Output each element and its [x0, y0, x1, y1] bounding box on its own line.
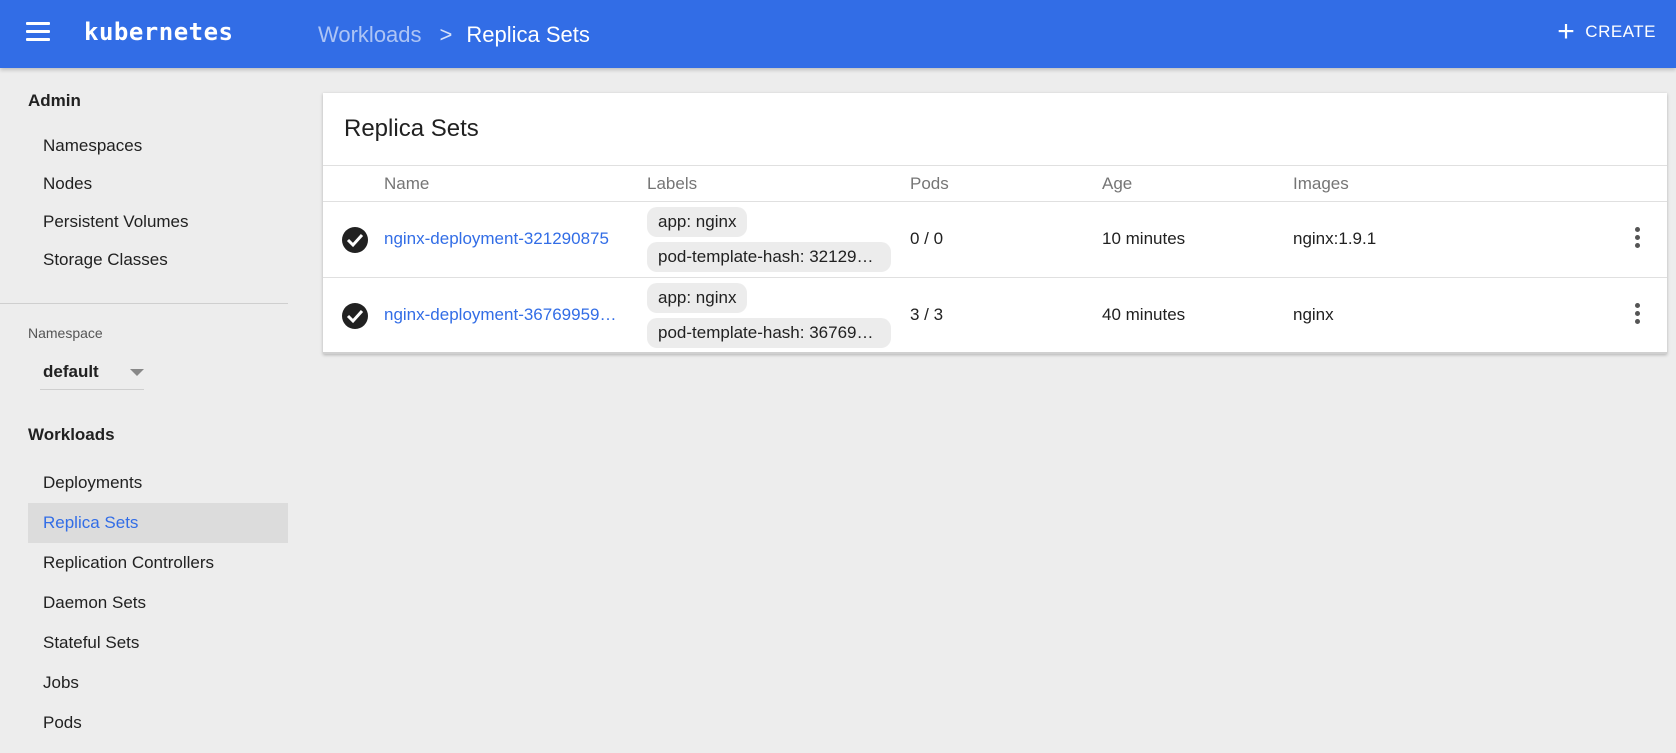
card-title: Replica Sets [344, 115, 479, 142]
check-circle-icon [342, 227, 368, 253]
namespace-value: default [43, 362, 99, 381]
create-button[interactable]: + CREATE [1557, 15, 1656, 48]
column-header-labels: Labels [647, 174, 698, 193]
chevron-right-icon: > [439, 22, 453, 47]
sidebar-item-persistent-volumes[interactable]: Persistent Volumes [28, 202, 288, 242]
images-value: nginx:1.9.1 [1293, 229, 1377, 248]
table-header: Name Labels Pods Age Images [323, 165, 1667, 202]
sidebar-item-pods[interactable]: Pods [28, 703, 288, 743]
column-header-age: Age [1102, 174, 1133, 193]
brand-logo[interactable]: kubernetes [84, 18, 234, 46]
sidebar-divider [0, 303, 288, 304]
sidebar-item-replica-sets[interactable]: Replica Sets [28, 503, 288, 543]
dropdown-caret-icon [130, 369, 144, 376]
more-vert-icon[interactable] [1625, 227, 1649, 253]
breadcrumb: Workloads > Replica Sets [318, 22, 590, 48]
sidebar-item-daemon-sets[interactable]: Daemon Sets [28, 583, 288, 623]
sidebar: Admin Namespaces Nodes Persistent Volume… [0, 68, 288, 753]
sidebar-item-namespaces[interactable]: Namespaces [28, 126, 288, 166]
column-header-name: Name [384, 174, 430, 193]
breadcrumb-current: Replica Sets [466, 22, 590, 47]
replica-set-name-link[interactable]: nginx-deployment-321290875 [384, 229, 609, 249]
label-chip: pod-template-hash: 32129… [647, 242, 891, 272]
breadcrumb-workloads-link[interactable]: Workloads [318, 22, 422, 48]
pods-count: 0 / 0 [910, 229, 944, 248]
sidebar-heading-admin[interactable]: Admin [28, 91, 81, 111]
namespace-select[interactable]: default [40, 354, 144, 390]
replica-sets-card: Replica Sets Name Labels Pods Age Images… [323, 93, 1667, 354]
table-row: nginx-deployment-321290875 app: nginx po… [323, 202, 1667, 278]
label-chip: app: nginx [647, 207, 748, 237]
column-header-pods: Pods [910, 174, 949, 193]
age-value: 10 minutes [1102, 229, 1186, 248]
replica-set-name-link[interactable]: nginx-deployment-36769959… [384, 305, 617, 325]
hamburger-menu-icon[interactable] [26, 22, 52, 46]
sidebar-item-storage-classes[interactable]: Storage Classes [28, 240, 288, 280]
sidebar-item-nodes[interactable]: Nodes [28, 164, 288, 204]
sidebar-heading-workloads[interactable]: Workloads [28, 425, 115, 445]
plus-icon: + [1557, 15, 1576, 48]
more-vert-icon[interactable] [1625, 303, 1649, 329]
check-circle-icon [342, 303, 368, 329]
namespace-label: Namespace [28, 325, 103, 341]
table-row: nginx-deployment-36769959… app: nginx po… [323, 278, 1667, 354]
sidebar-item-jobs[interactable]: Jobs [28, 663, 288, 703]
images-value: nginx [1293, 305, 1334, 324]
pods-count: 3 / 3 [910, 305, 944, 324]
column-header-images: Images [1293, 174, 1349, 193]
label-chip: pod-template-hash: 36769… [647, 318, 891, 348]
age-value: 40 minutes [1102, 305, 1186, 324]
sidebar-item-deployments[interactable]: Deployments [28, 463, 288, 503]
top-app-bar: kubernetes Workloads > Replica Sets + CR… [0, 0, 1676, 68]
create-button-label: CREATE [1585, 22, 1656, 41]
label-chip: app: nginx [647, 283, 748, 313]
sidebar-item-stateful-sets[interactable]: Stateful Sets [28, 623, 288, 663]
sidebar-item-replication-controllers[interactable]: Replication Controllers [28, 543, 288, 583]
